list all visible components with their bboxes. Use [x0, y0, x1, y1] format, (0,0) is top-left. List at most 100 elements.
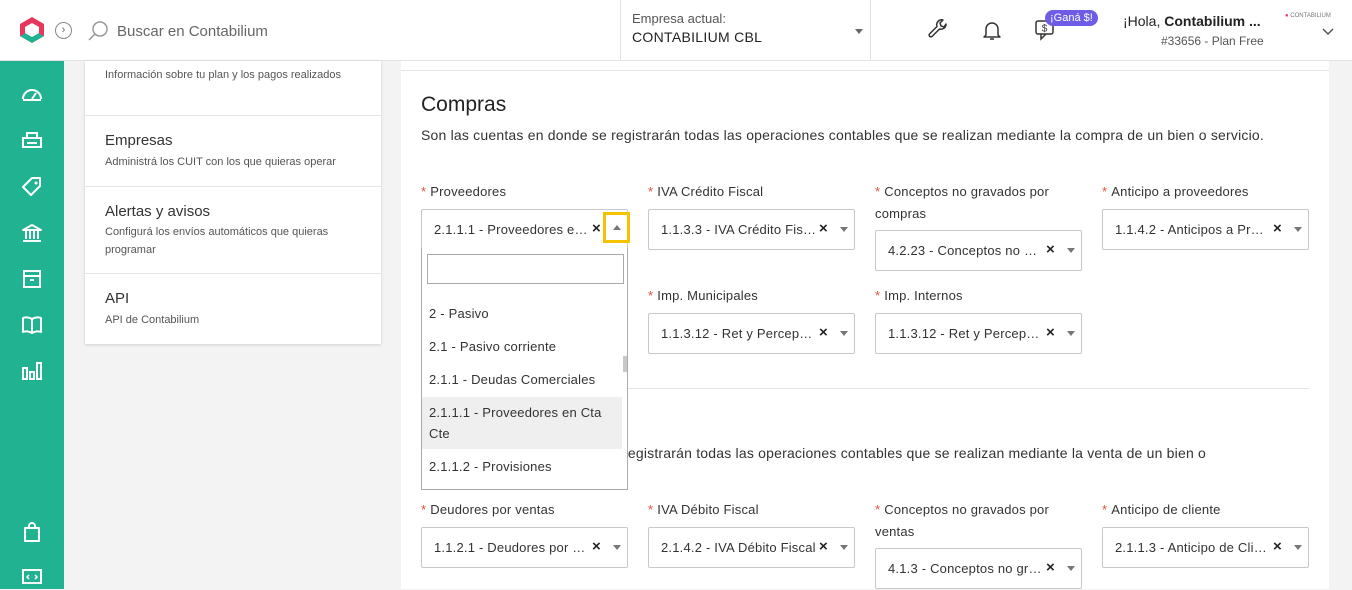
- user-name: Contabilium ...: [1164, 13, 1261, 29]
- chevron-down-icon: [1067, 331, 1075, 336]
- settings-item-desc: API de Contabilium: [105, 314, 200, 326]
- shopping-bag-icon[interactable]: [20, 520, 44, 544]
- bank-icon[interactable]: [20, 221, 44, 245]
- divider: [401, 70, 1329, 71]
- plan-info: #33656 - Plan Free: [1161, 34, 1264, 48]
- dropdown-option[interactable]: 2.1 - Pasivo corriente: [422, 336, 622, 357]
- field-label-imp-internos: * Imp. Internos: [875, 288, 963, 303]
- select-imp-internos[interactable]: 1.1.3.12 - Ret y Percepciones ×: [875, 313, 1082, 354]
- chevron-down-icon: [1294, 227, 1302, 232]
- bar-chart-icon[interactable]: [20, 359, 44, 383]
- dropdown-toggle-highlighted[interactable]: [603, 212, 630, 243]
- select-value: 1.1.3.3 - IVA Crédito Fiscal: [661, 222, 817, 237]
- select-conceptos-compras[interactable]: 4.2.23 - Conceptos no gravados ×: [875, 230, 1082, 271]
- contabilium-logo[interactable]: [18, 16, 46, 44]
- dropdown-option[interactable]: 2.1.1 - Deudas Comerciales: [422, 369, 622, 390]
- select-value: 1.1.2.1 - Deudores por ventas: [434, 540, 590, 555]
- greeting-prefix: ¡Hola,: [1123, 13, 1165, 29]
- clear-icon[interactable]: ×: [1046, 324, 1055, 341]
- field-label-conceptos-ventas: * Conceptos no gravados por ventas: [875, 502, 1049, 539]
- field-label-deudores: * Deudores por ventas: [421, 502, 555, 517]
- select-anticipo-proveedores[interactable]: 1.1.4.2 - Anticipos a Proveedores ×: [1102, 209, 1309, 250]
- printer-icon[interactable]: [20, 129, 44, 153]
- settings-item-empresas[interactable]: Empresas Administrá los CUIT con los que…: [85, 116, 381, 187]
- field-label-iva-credito: * IVA Crédito Fiscal: [648, 184, 764, 199]
- clear-icon[interactable]: ×: [592, 538, 601, 555]
- select-value: 1.1.3.12 - Ret y Percepciones: [661, 326, 817, 341]
- select-value: 2.1.1.3 - Anticipo de Clientes: [1115, 540, 1271, 555]
- select-value: 4.2.23 - Conceptos no gravados: [888, 243, 1044, 258]
- settings-item-alertas[interactable]: Alertas y avisos Configurá los envíos au…: [85, 187, 381, 274]
- user-greeting[interactable]: ¡Hola, Contabilium ...: [1123, 13, 1261, 29]
- settings-item-desc: Información sobre tu plan y los pagos re…: [105, 69, 342, 81]
- select-anticipo-cliente[interactable]: 2.1.1.3 - Anticipo de Clientes ×: [1102, 527, 1309, 568]
- settings-menu: Información sobre tu plan y los pagos re…: [85, 61, 381, 344]
- dropdown-option[interactable]: 2.1.1.2 - Provisiones: [422, 456, 622, 477]
- chevron-down-icon[interactable]: [1322, 26, 1334, 36]
- tag-icon[interactable]: [20, 175, 44, 199]
- select-imp-municipales[interactable]: 1.1.3.12 - Ret y Percepciones ×: [648, 313, 855, 354]
- clear-icon[interactable]: ×: [1273, 538, 1282, 555]
- inventory-box-icon[interactable]: [20, 267, 44, 291]
- chevron-down-icon: [840, 227, 848, 232]
- collapse-sidebar-icon[interactable]: ›: [55, 22, 72, 39]
- chevron-down-icon: [613, 545, 621, 550]
- settings-item-title: Empresas: [105, 132, 173, 149]
- clear-icon[interactable]: ×: [1273, 220, 1282, 237]
- svg-text:$: $: [1042, 24, 1048, 35]
- company-value: CONTABILIUM CBL: [632, 29, 763, 45]
- chevron-up-icon: [613, 225, 621, 230]
- chevron-down-icon: [840, 331, 848, 336]
- chevron-down-icon: [1067, 566, 1075, 571]
- chevron-down-icon: [855, 29, 863, 34]
- dashboard-icon[interactable]: [20, 83, 44, 107]
- clear-icon[interactable]: ×: [592, 220, 601, 237]
- company-label: Empresa actual:: [632, 11, 726, 26]
- section-title-compras: Compras: [421, 93, 507, 116]
- chevron-down-icon: [1294, 545, 1302, 550]
- clear-icon[interactable]: ×: [819, 324, 828, 341]
- select-iva-credito[interactable]: 1.1.3.3 - IVA Crédito Fiscal ×: [648, 209, 855, 250]
- search-icon: [88, 21, 108, 41]
- select-proveedores[interactable]: 2.1.1.1 - Proveedores en Cta Cte ×: [421, 209, 628, 250]
- settings-item-plan[interactable]: Información sobre tu plan y los pagos re…: [85, 61, 381, 116]
- settings-item-desc: Configurá los envíos automáticos que qui…: [105, 226, 329, 256]
- company-logo: ● CONTABILIUM: [1285, 13, 1331, 19]
- field-label-conceptos-compras: * Conceptos no gravados por compras: [875, 184, 1049, 221]
- select-value: 2.1.1.1 - Proveedores en Cta Cte: [434, 222, 590, 237]
- dropdown-scrollbar[interactable]: [623, 356, 627, 372]
- select-iva-debito[interactable]: 2.1.4.2 - IVA Débito Fiscal ×: [648, 527, 855, 568]
- clear-icon[interactable]: ×: [1046, 559, 1055, 576]
- promo-badge[interactable]: ¡Ganá $!: [1045, 10, 1098, 26]
- side-nav: [0, 61, 64, 589]
- clear-icon[interactable]: ×: [819, 220, 828, 237]
- company-selector[interactable]: Empresa actual: CONTABILIUM CBL: [620, 0, 871, 61]
- book-icon[interactable]: [20, 313, 44, 337]
- dropdown-option-highlighted[interactable]: 2.1.1.1 - Proveedores en Cta Cte: [422, 397, 622, 449]
- search-input[interactable]: [117, 21, 517, 41]
- proveedores-dropdown: 2 - Pasivo 2.1 - Pasivo corriente 2.1.1 …: [421, 248, 628, 490]
- settings-item-api[interactable]: API API de Contabilium: [85, 274, 381, 344]
- settings-item-desc: Administrá los CUIT con los que quieras …: [105, 156, 336, 168]
- field-label-anticipo-cliente: * Anticipo de cliente: [1102, 502, 1221, 517]
- select-value: 1.1.3.12 - Ret y Percepciones: [888, 326, 1044, 341]
- chevron-down-icon: [1067, 248, 1075, 253]
- wrench-icon[interactable]: [926, 18, 950, 42]
- dropdown-search-input[interactable]: [427, 254, 624, 284]
- settings-item-title: API: [105, 290, 130, 307]
- field-label-proveedores: * Proveedores: [421, 184, 507, 199]
- select-value: 2.1.4.2 - IVA Débito Fiscal: [661, 540, 816, 555]
- section-desc-ventas: registrarán todas las operaciones contab…: [623, 445, 1207, 461]
- dropdown-option[interactable]: 2 - Pasivo: [422, 303, 622, 324]
- field-label-imp-municipales: * Imp. Municipales: [648, 288, 759, 303]
- clear-icon[interactable]: ×: [819, 538, 828, 555]
- select-conceptos-ventas[interactable]: 4.1.3 - Conceptos no gravados ×: [875, 548, 1082, 589]
- top-bar: › Empresa actual: CONTABILIUM CBL $ ¡Gan…: [0, 0, 1352, 61]
- settings-item-title: Alertas y avisos: [105, 203, 211, 220]
- select-deudores[interactable]: 1.1.2.1 - Deudores por ventas ×: [421, 527, 628, 568]
- field-label-anticipo-proveedores: * Anticipo a proveedores: [1102, 184, 1249, 199]
- bell-icon[interactable]: [980, 18, 1004, 42]
- company-logo-text: CONTABILIUM: [1290, 13, 1331, 19]
- clear-icon[interactable]: ×: [1046, 241, 1055, 258]
- monitor-code-icon[interactable]: [20, 566, 44, 590]
